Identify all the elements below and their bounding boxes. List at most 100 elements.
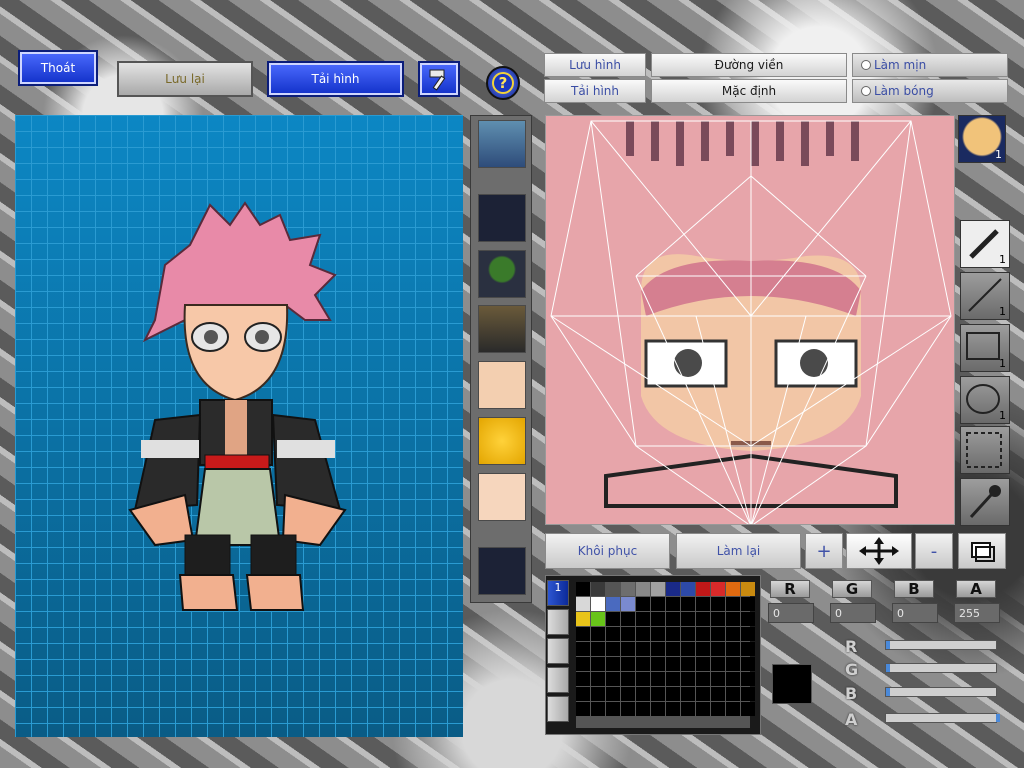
help-button[interactable]: ? <box>486 66 520 100</box>
part-face-1[interactable] <box>478 361 526 409</box>
move-button[interactable] <box>846 533 912 569</box>
color-swatch[interactable] <box>636 687 650 701</box>
color-swatch[interactable] <box>711 702 725 716</box>
exit-button[interactable]: Thoát <box>18 50 98 86</box>
color-swatch[interactable] <box>711 612 725 626</box>
color-swatch[interactable] <box>606 597 620 611</box>
color-swatch[interactable] <box>666 687 680 701</box>
color-swatch[interactable] <box>636 642 650 656</box>
color-swatch[interactable] <box>576 672 590 686</box>
color-swatch[interactable] <box>576 687 590 701</box>
color-swatch[interactable] <box>711 672 725 686</box>
color-swatch[interactable] <box>621 612 635 626</box>
pen-tool[interactable]: 1 <box>960 220 1010 268</box>
r-value-input[interactable]: 0 <box>768 603 814 623</box>
part-face-2[interactable] <box>478 473 526 521</box>
color-swatch[interactable] <box>651 672 665 686</box>
part-belly[interactable] <box>478 417 526 465</box>
color-swatch[interactable] <box>696 672 710 686</box>
color-swatch[interactable] <box>651 597 665 611</box>
zoom-in-button[interactable]: + <box>805 533 843 569</box>
layers-button[interactable] <box>958 533 1006 569</box>
g-value-input[interactable]: 0 <box>830 603 876 623</box>
rectangle-tool[interactable]: 1 <box>960 324 1010 372</box>
color-swatch[interactable] <box>681 642 695 656</box>
color-swatch[interactable] <box>681 612 695 626</box>
hammer-button[interactable] <box>418 61 460 97</box>
color-swatch[interactable] <box>726 597 740 611</box>
ellipse-tool[interactable]: 1 <box>960 376 1010 424</box>
color-swatch[interactable] <box>606 672 620 686</box>
color-swatch[interactable] <box>681 702 695 716</box>
face-thumbnail[interactable]: 1 <box>958 115 1006 163</box>
load-image-tab[interactable]: Tải hình <box>544 79 646 103</box>
color-swatch[interactable] <box>606 702 620 716</box>
g-channel-label[interactable]: G <box>832 580 872 598</box>
part-full-character[interactable] <box>478 120 526 168</box>
b-value-input[interactable]: 0 <box>892 603 938 623</box>
color-swatch[interactable] <box>591 582 605 596</box>
character-preview-canvas[interactable] <box>15 115 463 737</box>
color-swatch[interactable] <box>606 642 620 656</box>
color-swatch[interactable] <box>621 582 635 596</box>
color-swatch[interactable] <box>741 612 755 626</box>
color-swatch[interactable] <box>651 687 665 701</box>
color-swatch[interactable] <box>741 582 755 596</box>
color-swatch[interactable] <box>621 657 635 671</box>
color-swatch[interactable] <box>666 627 680 641</box>
color-swatch[interactable] <box>666 582 680 596</box>
color-swatch[interactable] <box>666 657 680 671</box>
color-swatch[interactable] <box>576 582 590 596</box>
color-swatch[interactable] <box>651 582 665 596</box>
color-swatch[interactable] <box>696 642 710 656</box>
redo-button[interactable]: Làm lại <box>676 533 801 569</box>
a-slider[interactable] <box>885 713 1000 723</box>
palette-tab-1[interactable]: 1 <box>547 580 569 606</box>
color-swatch[interactable] <box>741 627 755 641</box>
color-swatch[interactable] <box>576 612 590 626</box>
color-swatch[interactable] <box>696 582 710 596</box>
color-swatch[interactable] <box>726 687 740 701</box>
color-swatch[interactable] <box>726 702 740 716</box>
color-swatch[interactable] <box>591 627 605 641</box>
color-swatch[interactable] <box>621 702 635 716</box>
color-swatch[interactable] <box>621 687 635 701</box>
color-swatch[interactable] <box>666 702 680 716</box>
color-swatch[interactable] <box>621 642 635 656</box>
color-swatch[interactable] <box>636 702 650 716</box>
part-slot-empty-2[interactable] <box>478 547 526 595</box>
color-swatch[interactable] <box>741 642 755 656</box>
color-swatch[interactable] <box>591 687 605 701</box>
color-swatch[interactable] <box>726 612 740 626</box>
color-swatch[interactable] <box>711 597 725 611</box>
a-value-input[interactable]: 255 <box>954 603 1000 623</box>
color-swatch[interactable] <box>636 657 650 671</box>
color-swatch[interactable] <box>696 657 710 671</box>
color-swatch[interactable] <box>711 582 725 596</box>
r-slider[interactable] <box>885 640 997 650</box>
save-button[interactable]: Lưu lại <box>117 61 253 97</box>
color-swatch[interactable] <box>606 657 620 671</box>
color-swatch[interactable] <box>576 702 590 716</box>
outline-tab[interactable]: Đường viền <box>651 53 847 77</box>
r-channel-label[interactable]: R <box>770 580 810 598</box>
color-swatch[interactable] <box>711 642 725 656</box>
part-slot-empty[interactable] <box>478 194 526 242</box>
color-swatch[interactable] <box>711 627 725 641</box>
color-swatch[interactable] <box>696 612 710 626</box>
palette-tab-2[interactable] <box>547 609 569 635</box>
color-swatch[interactable] <box>681 582 695 596</box>
color-swatch[interactable] <box>576 597 590 611</box>
color-swatch[interactable] <box>681 657 695 671</box>
color-swatch[interactable] <box>636 582 650 596</box>
color-swatch[interactable] <box>651 612 665 626</box>
color-swatch[interactable] <box>726 642 740 656</box>
color-swatch[interactable] <box>636 597 650 611</box>
color-swatch[interactable] <box>666 597 680 611</box>
color-swatch[interactable] <box>696 687 710 701</box>
color-swatch[interactable] <box>726 627 740 641</box>
shade-radio[interactable]: Làm bóng <box>852 79 1008 103</box>
color-swatch[interactable] <box>576 657 590 671</box>
color-swatch[interactable] <box>591 642 605 656</box>
texture-editor-canvas[interactable] <box>545 115 955 525</box>
